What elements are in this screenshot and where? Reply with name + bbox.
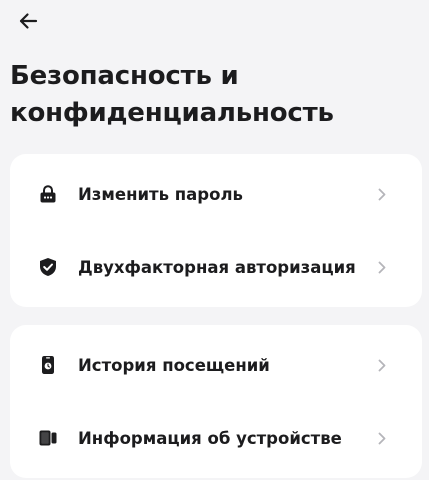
device-info-label: Информация об устройстве (78, 428, 342, 448)
two-factor-auth-item[interactable]: Двухфакторная авторизация (10, 235, 422, 299)
chevron-right-icon (376, 260, 388, 274)
two-factor-auth-label: Двухфакторная авторизация (78, 257, 356, 277)
visit-history-item[interactable]: История посещений (10, 333, 422, 397)
visit-history-label: История посещений (78, 355, 270, 375)
arrow-left-icon (19, 13, 38, 29)
lock-icon (38, 184, 58, 204)
change-password-item[interactable]: Изменить пароль (10, 162, 422, 226)
chevron-right-icon (376, 431, 388, 445)
devices-icon (38, 428, 58, 448)
back-button[interactable] (14, 7, 48, 35)
page-title: Безопасность и конфиденциальность (10, 61, 334, 128)
security-section: Изменить пароль Двухфакторная авторизаци… (10, 154, 422, 307)
devices-section: История посещений Информация об устройст… (10, 325, 422, 478)
device-info-item[interactable]: Информация об устройстве (10, 406, 422, 470)
phone-history-icon (38, 355, 58, 375)
change-password-label: Изменить пароль (78, 184, 243, 204)
shield-check-icon (38, 257, 58, 277)
chevron-right-icon (376, 187, 388, 201)
chevron-right-icon (376, 358, 388, 372)
